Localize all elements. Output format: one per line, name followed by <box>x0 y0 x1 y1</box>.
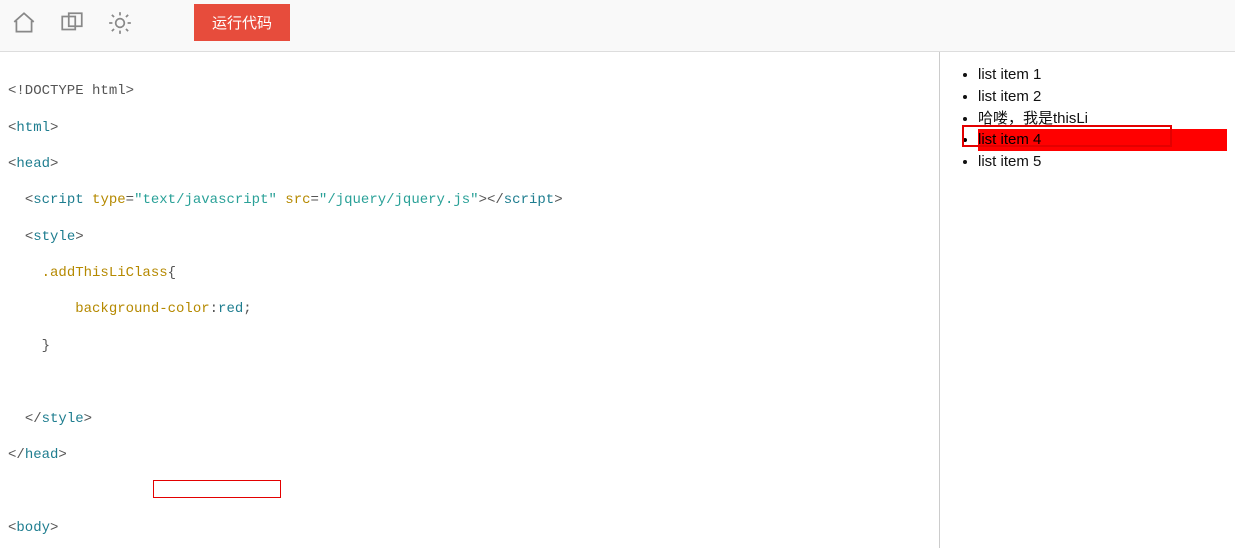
code-text: html <box>16 120 50 136</box>
code-text: { <box>168 265 176 281</box>
code-text <box>8 229 25 245</box>
preview-pane: list item 1 list item 2 哈喽，我是thisLi list… <box>940 52 1235 548</box>
code-text: } <box>42 338 50 354</box>
code-text: = <box>126 192 134 208</box>
code-text: > <box>50 156 58 172</box>
home-icon[interactable] <box>10 9 38 37</box>
list-item: list item 2 <box>978 86 1227 108</box>
code-text <box>8 301 75 317</box>
list-item: 哈喽，我是thisLi <box>978 108 1227 130</box>
code-text: head <box>25 447 59 463</box>
code-text: "/jquery/jquery.js" <box>319 192 479 208</box>
code-text: > <box>50 120 58 136</box>
code-text: < <box>25 229 33 245</box>
code-text <box>8 411 25 427</box>
code-text: .addThisLiClass <box>42 265 168 281</box>
code-text: = <box>311 192 319 208</box>
code-text: > <box>84 411 92 427</box>
preview-list: list item 1 list item 2 哈喽，我是thisLi list… <box>978 64 1227 173</box>
code-text <box>8 192 25 208</box>
code-text: body <box>16 520 50 536</box>
code-text: head <box>16 156 50 172</box>
code-text: style <box>42 411 84 427</box>
code-text: ; <box>243 301 251 317</box>
code-text: script <box>33 192 83 208</box>
code-text: > <box>75 229 83 245</box>
code-text: src <box>285 192 310 208</box>
code-text: : <box>210 301 218 317</box>
code-text <box>8 338 42 354</box>
code-text: > <box>50 520 58 536</box>
code-text: type <box>92 192 126 208</box>
code-text: </ <box>8 447 25 463</box>
code-text: background-color <box>75 301 209 317</box>
code-text: "text/javascript" <box>134 192 277 208</box>
code-text: style <box>33 229 75 245</box>
code-editor[interactable]: <!DOCTYPE html> <html> <head> <script ty… <box>0 52 940 548</box>
workspace: <!DOCTYPE html> <html> <head> <script ty… <box>0 52 1235 548</box>
windows-icon[interactable] <box>58 9 86 37</box>
list-item-highlighted: list item 4 <box>978 129 1227 151</box>
code-text: </ <box>25 411 42 427</box>
toolbar: 运行代码 <box>0 0 1235 52</box>
code-text: > <box>554 192 562 208</box>
code-text: < <box>25 192 33 208</box>
sun-icon[interactable] <box>106 9 134 37</box>
run-code-button[interactable]: 运行代码 <box>194 4 290 41</box>
list-item: list item 5 <box>978 151 1227 173</box>
code-text: > <box>479 192 487 208</box>
code-text: red <box>218 301 243 317</box>
list-item: list item 1 <box>978 64 1227 86</box>
code-text <box>84 192 92 208</box>
code-text: <!DOCTYPE html> <box>8 83 134 99</box>
code-text <box>8 265 42 281</box>
annotation-box-code <box>153 480 281 498</box>
code-text: script <box>504 192 554 208</box>
code-text: > <box>58 447 66 463</box>
code-text: </ <box>487 192 504 208</box>
